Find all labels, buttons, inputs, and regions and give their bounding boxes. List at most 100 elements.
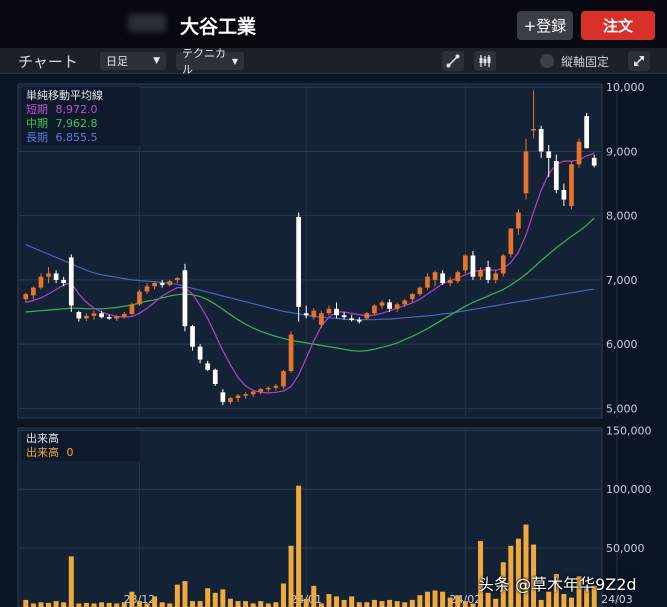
stock-code-redacted [128, 14, 166, 32]
volume-bar [417, 595, 423, 607]
volume-bar [250, 603, 256, 607]
axis-fix-toggle[interactable] [540, 54, 554, 68]
candle-body [167, 281, 173, 286]
candle-body [303, 313, 309, 316]
volume-bar [334, 596, 340, 607]
candle-body [356, 319, 362, 322]
candle-body [121, 313, 127, 317]
volume-bar [341, 599, 347, 607]
candlestick [281, 369, 286, 390]
candle-body [152, 283, 157, 287]
candle-body [531, 128, 536, 131]
candle-body [114, 316, 120, 319]
volume-bar [265, 603, 271, 607]
mid-ma-legend: 中期 7,962.8 [26, 117, 98, 130]
stock-name: 大谷工業 [180, 16, 257, 38]
candle-body [538, 128, 544, 152]
watermark-text: 头条 @草木年华9Z2d [478, 575, 637, 594]
volume-bar [243, 601, 249, 607]
volume-bar [387, 599, 393, 607]
candle-body [516, 212, 521, 229]
candle-body [364, 313, 370, 319]
chart-area[interactable]: 23/1224/0124/0224/03 5,0006,0007,0008,00… [0, 76, 667, 607]
volume-bar [280, 583, 286, 607]
candlestick [569, 161, 574, 210]
volume-legend-value: 0 [67, 446, 74, 459]
long-ma-value: 6,855.5 [56, 131, 98, 144]
add-watchlist-button[interactable]: +登録 [517, 11, 573, 40]
price-legend-title: 単純移動平均線 [26, 88, 103, 102]
volume-bar [470, 603, 476, 607]
candle-body [84, 315, 89, 319]
short-ma-legend: 短期 8,972.0 [26, 102, 98, 116]
volume-bar [440, 591, 446, 607]
expand-icon [634, 56, 644, 66]
caret-down-icon: ▼ [231, 56, 238, 66]
candle-body [99, 313, 104, 318]
volume-bar [538, 599, 544, 607]
short-ma-name: 短期 [26, 102, 48, 116]
volume-bar [296, 485, 302, 607]
volume-bar [235, 601, 241, 607]
candle-body [273, 385, 279, 388]
volume-bar [273, 602, 279, 607]
line-draw-button[interactable] [442, 51, 464, 71]
technical-select[interactable]: テクニカル ▼ [176, 47, 244, 76]
volume-bar [68, 556, 74, 607]
candle-body [159, 283, 165, 286]
volume-bar [121, 602, 127, 607]
compare-button[interactable] [474, 51, 496, 71]
candlestick [584, 112, 589, 149]
volume-bar [424, 591, 430, 607]
candle-body [319, 313, 324, 325]
candle-body [349, 318, 355, 320]
order-button[interactable]: 注文 [581, 11, 655, 40]
volume-bar [144, 603, 150, 607]
candle-body [569, 164, 574, 207]
volume-bar [38, 602, 44, 607]
candle-body [46, 273, 51, 277]
period-value: 日足 [106, 55, 128, 68]
volume-legend-title: 出来高 [26, 431, 59, 445]
candle-body [341, 315, 347, 318]
candle-body [228, 398, 233, 402]
line-draw-icon [446, 54, 460, 68]
candle-body [493, 273, 499, 280]
candle-body [220, 392, 226, 402]
candle-body [137, 291, 142, 305]
volume-bar [364, 602, 370, 607]
price-tick-label: 7,000 [606, 274, 638, 287]
short-ma-value: 8,972.0 [56, 103, 98, 116]
candle-body [561, 189, 567, 200]
candle-body [417, 287, 423, 295]
volume-bar [326, 594, 332, 607]
volume-bar [99, 602, 105, 607]
app-header: 大谷工業 +登録 注文 [0, 0, 667, 48]
candle-body [23, 294, 29, 300]
volume-bar [432, 590, 438, 607]
volume-bar [167, 603, 173, 607]
price-tick-label: 9,000 [606, 145, 638, 158]
long-ma-name: 長期 [26, 131, 48, 144]
caret-down-icon: ▼ [153, 56, 160, 66]
expand-button[interactable] [628, 51, 650, 71]
candle-body [212, 369, 218, 384]
volume-bar [159, 602, 165, 607]
candle-body [265, 387, 271, 390]
candlestick [508, 228, 514, 258]
period-select[interactable]: 日足 ▼ [100, 52, 166, 70]
candlestick [500, 254, 506, 277]
candle-body [197, 346, 203, 360]
candle-body [296, 216, 301, 307]
candle-body [523, 151, 529, 194]
candle-body [129, 304, 135, 314]
candle-body [508, 228, 514, 255]
volume-bar [205, 588, 211, 607]
volume-bar [379, 601, 385, 607]
candle-body [38, 276, 44, 288]
volume-tick-label: 50,000 [606, 542, 645, 555]
volume-bar [561, 594, 567, 607]
candlestick [68, 254, 74, 313]
candle-body [258, 389, 264, 392]
candle-body [334, 308, 339, 316]
